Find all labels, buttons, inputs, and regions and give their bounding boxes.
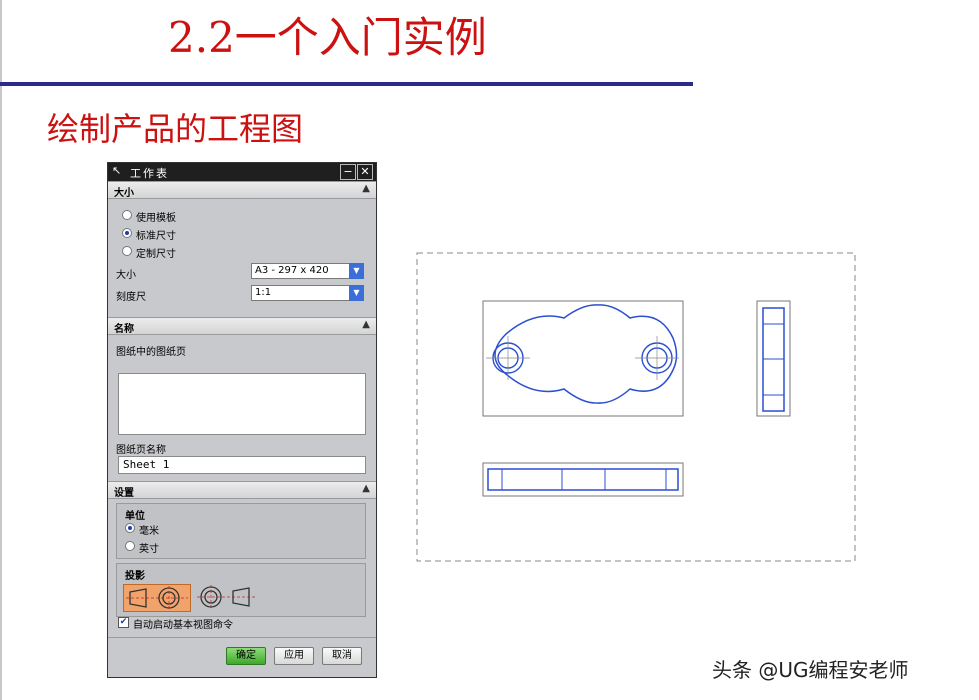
close-button[interactable]: ✕ <box>357 164 373 180</box>
size-group-body: 使用模板 标准尺寸 定制尺寸 大小 A3 - 297 x 420 ▼ 刻度尺 1… <box>108 199 376 317</box>
ok-button[interactable]: 确定 <box>226 647 266 665</box>
auto-start-label: 自动启动基本视图命令 <box>133 620 233 631</box>
section-heading: 绘制产品的工程图 <box>47 110 304 148</box>
settings-group-label: 设置 <box>114 488 134 499</box>
name-group-header[interactable]: 名称 ▲ <box>108 317 376 335</box>
radio-button-selected[interactable] <box>122 228 132 238</box>
slide-title: 2.2一个入门实例 <box>168 13 487 62</box>
scale-select-value: 1:1 <box>255 287 272 298</box>
front-view <box>482 300 684 417</box>
top-view-body <box>487 468 679 491</box>
top-view-frame <box>482 462 684 497</box>
first-angle-projection-icon <box>126 586 188 610</box>
pointer-icon: ↖ <box>112 164 122 177</box>
projection-subgroup: 投影 <box>116 563 366 617</box>
radio-button[interactable] <box>125 541 135 551</box>
radio-inch[interactable]: 英寸 <box>111 538 311 556</box>
radio-standard-size[interactable]: 标准尺寸 <box>108 225 376 243</box>
auto-start-checkbox[interactable]: ✔ <box>118 617 129 628</box>
scale-select[interactable]: 1:1 ▼ <box>251 285 364 301</box>
radio-label: 标准尺寸 <box>136 231 176 242</box>
radio-custom-size[interactable]: 定制尺寸 <box>108 243 376 261</box>
cancel-button[interactable]: 取消 <box>322 647 362 665</box>
projection-title: 投影 <box>125 571 145 582</box>
sheet-listbox[interactable] <box>118 373 366 435</box>
footer-separator <box>108 637 376 638</box>
first-angle-projection-button[interactable] <box>123 584 191 612</box>
chevron-up-icon[interactable]: ▲ <box>362 319 370 330</box>
drawing-sheet-preview <box>416 252 856 562</box>
title-underline <box>0 82 693 86</box>
radio-label: 使用模板 <box>136 213 176 224</box>
size-select-value: A3 - 297 x 420 <box>255 265 329 276</box>
radio-label: 定制尺寸 <box>136 249 176 260</box>
name-group-body: 图纸中的图纸页 图纸页名称 Sheet 1 <box>108 335 376 481</box>
sheet-name-input[interactable]: Sheet 1 <box>118 456 366 474</box>
radio-label: 英寸 <box>139 544 159 555</box>
size-label: 大小 <box>116 270 136 281</box>
dialog-titlebar[interactable]: ↖ 工作表 − ✕ <box>108 163 376 181</box>
third-angle-projection-icon <box>197 585 255 609</box>
side-view <box>756 300 791 417</box>
sheet-dialog: ↖ 工作表 − ✕ 大小 ▲ 使用模板 标准尺寸 定制尺寸 大小 A3 - 29… <box>107 162 377 678</box>
dialog-title: 工作表 <box>130 167 169 180</box>
slide-left-border <box>0 0 2 700</box>
size-select[interactable]: A3 - 297 x 420 ▼ <box>251 263 364 279</box>
watermark: 头条 @UG编程安老师 <box>712 658 909 682</box>
minimize-button[interactable]: − <box>340 164 356 180</box>
units-subgroup: 单位 毫米 英寸 <box>116 503 366 559</box>
chevron-up-icon[interactable]: ▲ <box>362 483 370 494</box>
size-row: 大小 A3 - 297 x 420 ▼ <box>108 261 376 283</box>
apply-button[interactable]: 应用 <box>274 647 314 665</box>
name-group-label: 名称 <box>114 324 134 335</box>
scale-label: 刻度尺 <box>116 292 146 303</box>
radio-button-selected[interactable] <box>125 523 135 533</box>
chevron-down-icon[interactable]: ▼ <box>349 263 364 279</box>
chevron-up-icon[interactable]: ▲ <box>362 183 370 194</box>
sheet-name-label: 图纸页名称 <box>116 445 166 456</box>
settings-group-header[interactable]: 设置 ▲ <box>108 481 376 499</box>
sheet-list-label: 图纸中的图纸页 <box>116 347 186 358</box>
size-group-header[interactable]: 大小 ▲ <box>108 181 376 199</box>
radio-button[interactable] <box>122 246 132 256</box>
radio-millimeter[interactable]: 毫米 <box>111 520 311 538</box>
radio-button[interactable] <box>122 210 132 220</box>
radio-label: 毫米 <box>139 526 159 537</box>
chevron-down-icon[interactable]: ▼ <box>349 285 364 301</box>
radio-use-template[interactable]: 使用模板 <box>108 207 376 225</box>
top-view <box>482 462 684 497</box>
third-angle-projection-button[interactable] <box>197 584 257 612</box>
size-group-label: 大小 <box>114 188 134 199</box>
scale-row: 刻度尺 1:1 ▼ <box>108 283 376 305</box>
